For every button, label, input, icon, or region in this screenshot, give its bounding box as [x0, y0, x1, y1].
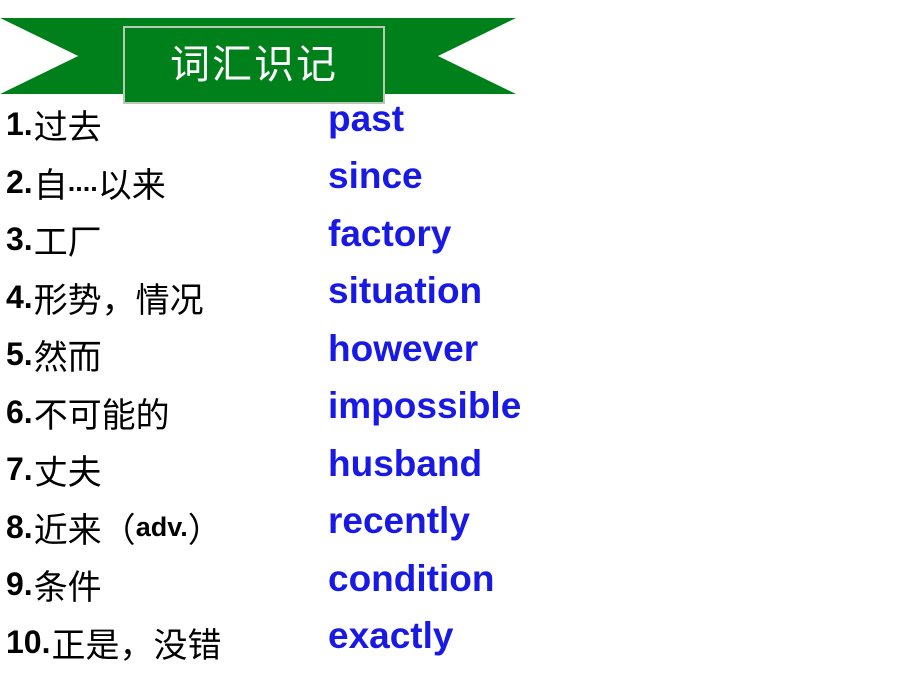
chinese-text: 正是，没错 — [51, 625, 222, 666]
item-number: 2. — [6, 163, 33, 200]
chinese-text: 过去 — [33, 108, 102, 149]
chinese-term: 10. 正是，没错 — [6, 614, 221, 672]
item-number: 3. — [6, 221, 33, 258]
vocabulary-row: 8. 近来（ adv.） recently — [0, 499, 920, 557]
vocabulary-row: 7. 丈夫 husband — [0, 441, 920, 499]
item-number: 7. — [6, 451, 33, 488]
vocabulary-row: 9. 条件 condition — [0, 556, 920, 614]
item-number: 4. — [6, 278, 33, 315]
vocabulary-row: 1. 过去 past — [0, 96, 920, 154]
english-term: recently — [328, 500, 470, 542]
chinese-text: 工厂 — [33, 223, 102, 264]
english-term: past — [328, 97, 405, 139]
english-term: husband — [328, 442, 483, 484]
chinese-text: 然而 — [33, 338, 102, 379]
vocabulary-row: 3. 工厂 factory — [0, 211, 920, 269]
chinese-term: 7. 丈夫 — [6, 441, 102, 499]
chinese-text: 不可能的 — [33, 395, 170, 436]
slide: 词汇识记 1. 过去 past 2. 自.... 以来 since 3. 工厂 fact… — [0, 0, 920, 690]
vocabulary-list: 1. 过去 past 2. 自.... 以来 since 3. 工厂 factory 4… — [0, 96, 920, 671]
chinese-text: 近来（ — [33, 510, 136, 551]
vocabulary-row: 10. 正是，没错 exactly — [0, 614, 920, 672]
chinese-tag: .... — [67, 166, 98, 197]
chinese-text: 自 — [33, 165, 68, 206]
english-term: since — [328, 155, 423, 197]
chinese-term: 4. 形势，情况 — [6, 269, 204, 327]
item-number: 9. — [6, 566, 33, 603]
vocabulary-row: 6. 不可能的 impossible — [0, 384, 920, 442]
english-term: exactly — [328, 615, 454, 657]
chinese-tag: adv. — [135, 511, 188, 542]
item-number: 10. — [6, 623, 51, 660]
chinese-term: 8. 近来（ adv.） — [6, 499, 222, 557]
chinese-term: 3. 工厂 — [6, 211, 102, 269]
english-term: impossible — [328, 385, 522, 427]
chinese-text: 条件 — [33, 568, 102, 609]
chinese-term: 5. 然而 — [6, 326, 102, 384]
vocabulary-row: 4. 形势，情况 situation — [0, 269, 920, 327]
english-term: however — [328, 327, 479, 369]
chinese-text: 丈夫 — [33, 453, 102, 494]
vocabulary-row: 5. 然而 however — [0, 326, 920, 384]
chinese-term: 6. 不可能的 — [6, 384, 170, 442]
item-number: 8. — [6, 508, 33, 545]
chinese-term: 9. 条件 — [6, 556, 102, 614]
english-term: condition — [328, 557, 495, 599]
chinese-text-suffix: 以来 — [97, 165, 166, 206]
item-number: 6. — [6, 393, 33, 430]
chinese-text-suffix: ） — [187, 510, 222, 551]
english-term: factory — [328, 212, 452, 254]
item-number: 5. — [6, 336, 33, 373]
vocabulary-row: 2. 自.... 以来 since — [0, 154, 920, 212]
title-banner: 词汇识记 — [0, 18, 516, 104]
item-number: 1. — [6, 106, 33, 143]
chinese-text: 形势，情况 — [33, 280, 204, 321]
chinese-term: 1. 过去 — [6, 96, 102, 154]
english-term: situation — [328, 270, 483, 312]
chinese-term: 2. 自.... 以来 — [6, 154, 166, 212]
